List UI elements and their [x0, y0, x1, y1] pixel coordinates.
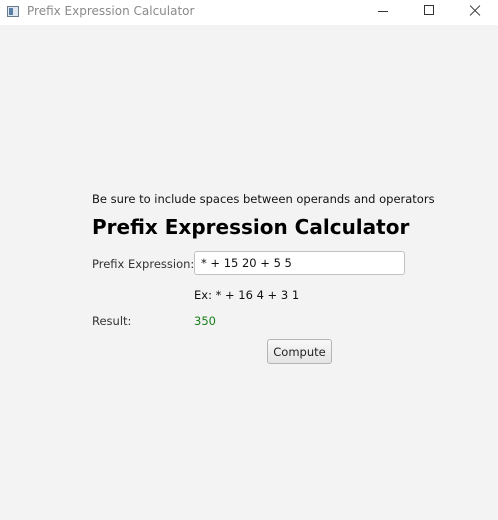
close-button[interactable] [452, 0, 498, 25]
compute-button[interactable]: Compute [267, 339, 332, 364]
result-label: Result: [92, 314, 132, 328]
example-text: Ex: * + 16 4 + 3 1 [194, 288, 300, 302]
result-value: 350 [194, 314, 216, 328]
app-window-icon [7, 6, 19, 17]
expression-input[interactable] [194, 251, 405, 275]
expression-label: Prefix Expression: [92, 257, 195, 271]
maximize-button[interactable] [406, 0, 452, 25]
title-bar[interactable]: Prefix Expression Calculator [0, 0, 498, 25]
minimize-button[interactable] [360, 0, 406, 25]
window-title: Prefix Expression Calculator [27, 4, 195, 18]
page-title: Prefix Expression Calculator [92, 215, 410, 239]
instruction-text: Be sure to include spaces between operan… [92, 192, 435, 206]
